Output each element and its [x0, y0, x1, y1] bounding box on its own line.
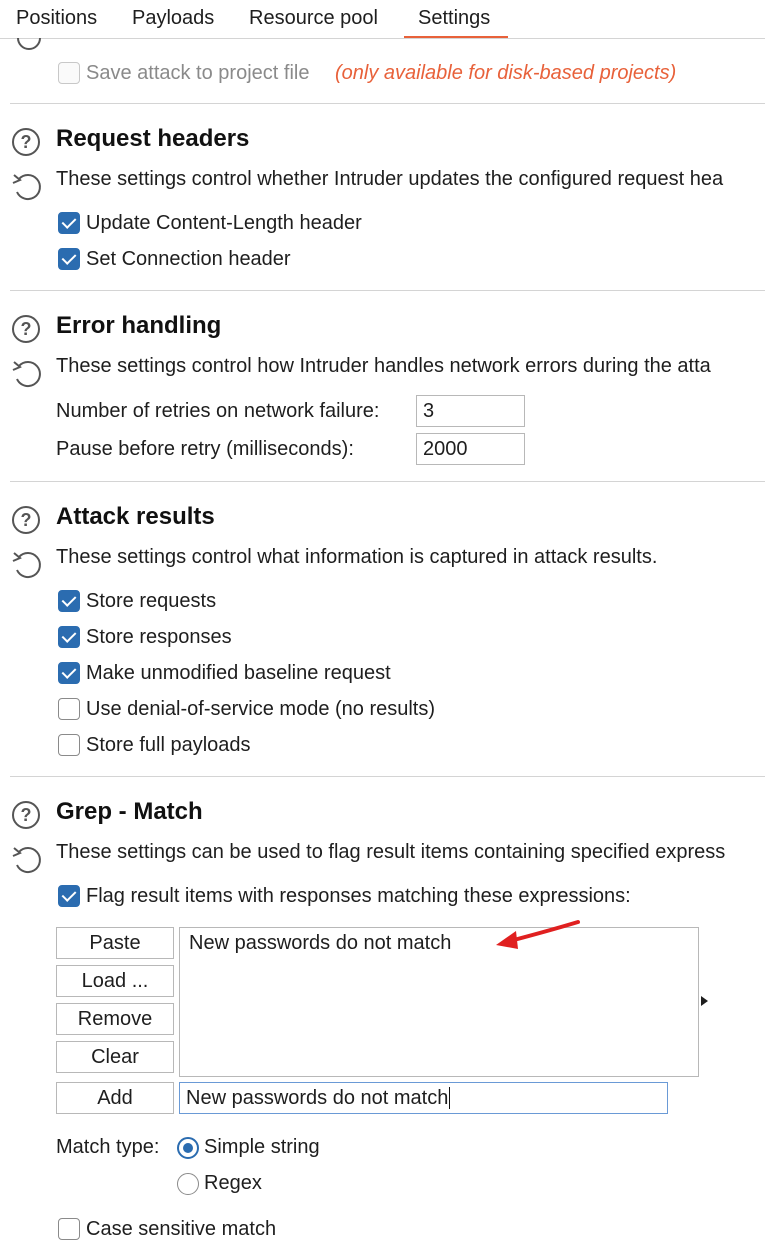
store-requests-label: Store requests [86, 590, 217, 612]
annotation-arrow [496, 920, 580, 949]
text-cursor [449, 1087, 451, 1109]
attack-results-description: These settings control what information … [56, 546, 658, 568]
save-attack-checkbox [58, 62, 80, 84]
retries-label: Number of retries on network failure: [56, 400, 380, 422]
retries-input[interactable]: 3 [416, 395, 525, 427]
error-handling-title: Error handling [56, 312, 222, 339]
reset-icon[interactable] [10, 357, 46, 393]
add-expression-input[interactable]: New passwords do not match [179, 1082, 668, 1114]
match-expressions-list[interactable]: New passwords do not match [179, 927, 699, 1077]
attack-results-title: Attack results [56, 503, 215, 530]
clear-button[interactable]: Clear [56, 1041, 174, 1073]
grep-match-title: Grep - Match [56, 798, 203, 825]
store-full-payloads-checkbox[interactable] [58, 734, 80, 756]
error-handling-description: These settings control how Intruder hand… [56, 355, 711, 377]
store-responses-checkbox[interactable] [58, 626, 80, 648]
list-item[interactable]: New passwords do not match [189, 932, 451, 955]
help-icon[interactable]: ? [12, 128, 40, 156]
grep-match-description: These settings can be used to flag resul… [56, 841, 726, 863]
case-sensitive-label: Case sensitive match [86, 1218, 277, 1240]
help-icon[interactable]: ? [12, 801, 40, 829]
load-button[interactable]: Load ... [56, 965, 174, 997]
simple-string-label: Simple string [204, 1136, 320, 1158]
simple-string-radio[interactable] [177, 1137, 199, 1159]
dos-mode-label: Use denial-of-service mode (no results) [86, 698, 436, 720]
request-headers-title: Request headers [56, 125, 250, 152]
reset-icon[interactable] [10, 548, 46, 584]
section-divider [10, 290, 765, 291]
baseline-request-checkbox[interactable] [58, 662, 80, 684]
set-connection-label: Set Connection header [86, 248, 291, 270]
update-content-length-label: Update Content-Length header [86, 212, 362, 234]
request-headers-description: These settings control whether Intruder … [56, 168, 724, 190]
case-sensitive-checkbox[interactable] [58, 1218, 80, 1240]
set-connection-checkbox[interactable] [58, 248, 80, 270]
section-divider [10, 103, 765, 104]
add-expression-value: New passwords do not match [186, 1087, 449, 1109]
reset-icon[interactable] [10, 38, 46, 56]
section-divider [10, 776, 765, 777]
flag-result-items-label: Flag result items with responses matchin… [86, 885, 631, 907]
tab-bar: Positions Payloads Resource pool Setting… [0, 0, 765, 39]
store-responses-label: Store responses [86, 626, 232, 648]
save-attack-label: Save attack to project file [86, 62, 310, 84]
add-button[interactable]: Add [56, 1082, 174, 1114]
section-divider [10, 481, 765, 482]
dos-mode-checkbox[interactable] [58, 698, 80, 720]
reset-icon[interactable] [10, 170, 46, 206]
update-content-length-checkbox[interactable] [58, 212, 80, 234]
baseline-request-label: Make unmodified baseline request [86, 662, 391, 684]
expand-arrow-icon[interactable] [700, 995, 710, 1007]
store-requests-checkbox[interactable] [58, 590, 80, 612]
pause-input[interactable]: 2000 [416, 433, 525, 465]
pause-label: Pause before retry (milliseconds): [56, 438, 354, 460]
tab-positions[interactable]: Positions [16, 7, 97, 30]
remove-button[interactable]: Remove [56, 1003, 174, 1035]
tab-payloads[interactable]: Payloads [132, 7, 214, 30]
match-type-label: Match type: [56, 1136, 160, 1158]
help-icon[interactable]: ? [12, 315, 40, 343]
store-full-payloads-label: Store full payloads [86, 734, 251, 756]
reset-icon[interactable] [10, 843, 46, 879]
flag-result-items-checkbox[interactable] [58, 885, 80, 907]
tab-settings[interactable]: Settings [403, 7, 509, 38]
paste-button[interactable]: Paste [56, 927, 174, 959]
regex-label: Regex [204, 1172, 262, 1194]
save-attack-note: (only available for disk-based projects) [335, 62, 677, 84]
regex-radio[interactable] [177, 1173, 199, 1195]
tab-resource-pool[interactable]: Resource pool [249, 7, 378, 30]
help-icon[interactable]: ? [12, 506, 40, 534]
